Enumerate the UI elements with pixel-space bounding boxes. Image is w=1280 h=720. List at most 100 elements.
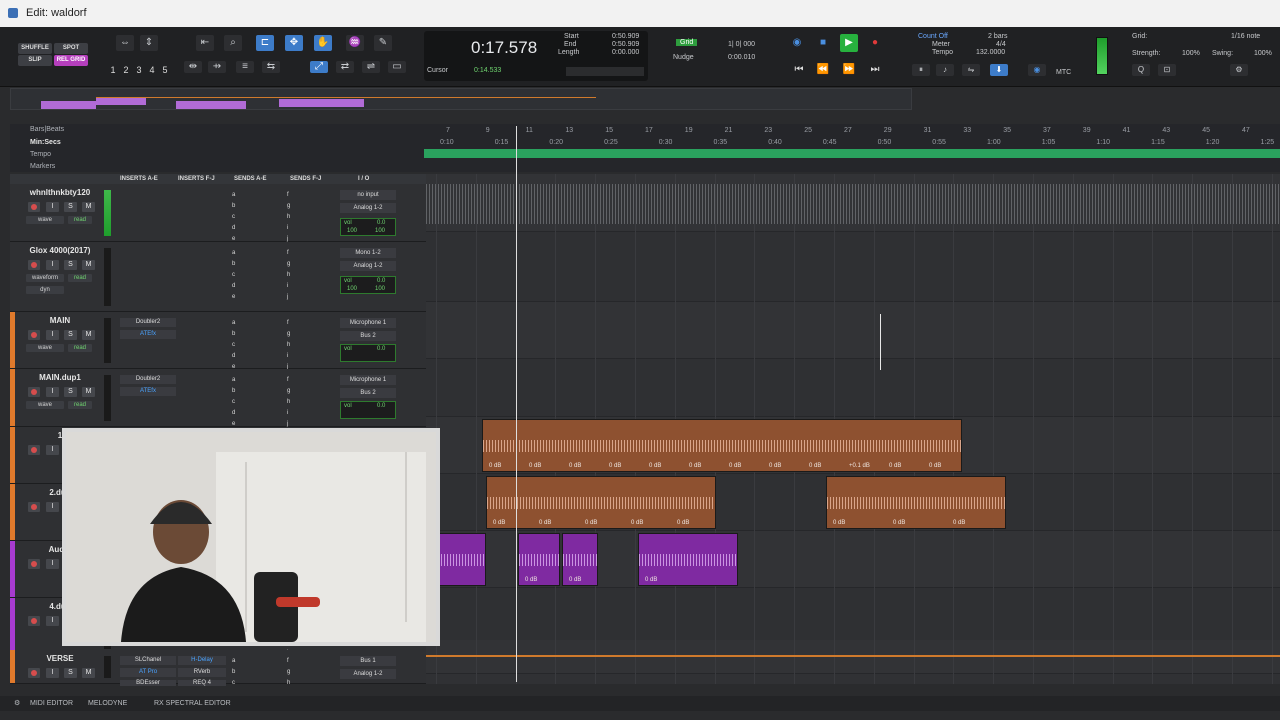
volume-display[interactable]: vol 0.0 <box>340 401 396 419</box>
wait-for-note-icon[interactable]: ⏸ <box>912 64 930 76</box>
input-selector[interactable]: Microphone 1 <box>340 375 396 385</box>
zoom-out-icon[interactable]: ⇔ <box>116 35 134 51</box>
go-to-end-icon[interactable]: ⏭ <box>866 61 884 79</box>
output-selector[interactable]: Bus 2 <box>340 388 396 398</box>
meter-value[interactable]: 4/4 <box>996 41 1006 48</box>
insertion-follows-icon[interactable]: ⤢ <box>310 61 328 73</box>
link-timeline-icon[interactable]: ≡ <box>236 61 254 73</box>
track-view-selector[interactable]: waveform <box>26 274 64 282</box>
send-slot-i[interactable]: i <box>287 225 288 231</box>
input-monitor-button[interactable]: I <box>46 502 59 512</box>
audio-clip[interactable]: 0 dB <box>518 533 560 586</box>
count-off-label[interactable]: Count Off <box>918 33 948 40</box>
insert-slot-3[interactable]: BDEsser <box>120 680 176 686</box>
send-slot-b[interactable]: b <box>232 203 235 209</box>
audio-clip[interactable]: 0 dB 0 dB 0 dB <box>826 476 1006 529</box>
input-monitor-button[interactable]: I <box>46 387 59 397</box>
tab-melodyne[interactable]: MELODYNE <box>88 700 127 707</box>
send-slot-h[interactable]: h <box>287 272 290 278</box>
send-slot-i[interactable]: i <box>287 410 288 416</box>
input-monitor-button[interactable]: I <box>46 330 59 340</box>
scrubber-tool-icon[interactable]: ♒ <box>346 35 364 51</box>
audio-clip[interactable]: 0 dB 0 dB 0 dB 0 dB 0 dB <box>486 476 716 529</box>
solo-mute-button[interactable]: S <box>64 387 77 397</box>
input-monitor-button[interactable]: I <box>46 668 59 678</box>
insert-slot-1[interactable]: SLChanel <box>120 656 176 665</box>
volume-value[interactable]: 0.0 <box>377 403 385 409</box>
rewind-icon[interactable]: ⏪ <box>814 61 832 79</box>
send-slot-h[interactable]: h <box>287 214 290 220</box>
nudge-label[interactable]: Nudge <box>673 54 694 61</box>
track-view-selector[interactable]: wave <box>26 344 64 352</box>
pan-left-value[interactable]: 100 <box>347 286 357 292</box>
record-arm-button[interactable] <box>28 202 40 212</box>
volume-value[interactable]: 0.0 <box>377 220 385 226</box>
track-header-9[interactable]: VERSE S M Ia b c f g h SLChanel AT Pro BDEsser H-Del… <box>10 650 426 686</box>
keyboard-focus-icon[interactable]: ⇌ <box>362 61 380 73</box>
send-slot-d[interactable]: d <box>232 410 235 416</box>
send-slot-a[interactable]: a <box>232 658 235 664</box>
record-arm-button[interactable] <box>28 330 40 340</box>
input-selector[interactable]: Microphone 1 <box>340 318 396 328</box>
solo-mute-button[interactable]: M <box>82 260 95 270</box>
grid-mode-button[interactable]: REL GRID <box>54 55 88 66</box>
midi-merge-icon[interactable]: ⇋ <box>962 64 980 76</box>
track-name[interactable]: VERSE <box>14 654 106 663</box>
elastic-mode-selector[interactable]: dyn <box>26 286 64 294</box>
send-slot-e[interactable]: e <box>232 294 235 300</box>
record-arm-button[interactable] <box>28 260 40 270</box>
send-slot-a[interactable]: a <box>232 250 235 256</box>
length-value[interactable]: 0:00.000 <box>612 49 639 56</box>
zoom-preset-4[interactable]: 4 <box>146 64 158 76</box>
audio-clip[interactable]: 0 dB 0 dB 0 dB 0 dB 0 dB 0 dB 0 dB 0 dB 0 dB +0.1… <box>482 419 962 472</box>
solo-mute-button[interactable]: S <box>64 260 77 270</box>
commands-focus-icon[interactable]: ▭ <box>388 61 406 73</box>
count-off-bars[interactable]: 2 bars <box>988 33 1007 40</box>
pan-right-value[interactable]: 100 <box>375 228 385 234</box>
send-slot-g[interactable]: g <box>287 388 290 394</box>
send-slot-b[interactable]: b <box>232 669 235 675</box>
track-name[interactable]: Glox 4000(2017) <box>14 246 106 255</box>
swing-value[interactable]: 100% <box>1254 50 1272 57</box>
send-slot-g[interactable]: g <box>287 669 290 675</box>
grid-value[interactable]: 1| 0| 000 <box>728 41 755 48</box>
link-track-icon[interactable]: ⇆ <box>262 61 280 73</box>
input-selector[interactable]: Mono 1-2 <box>340 248 396 258</box>
input-monitor-button[interactable]: I <box>46 260 59 270</box>
input-monitor-button[interactable]: I <box>46 559 59 569</box>
output-selector[interactable]: Analog 1-2 <box>340 261 396 271</box>
send-slot-c[interactable]: c <box>232 214 235 220</box>
insert-slot-4[interactable]: H-Delay <box>178 656 226 665</box>
record-arm-button[interactable] <box>28 559 40 569</box>
insert-slot-1[interactable]: Doubler2 <box>120 375 176 384</box>
send-slot-f[interactable]: f <box>287 192 289 198</box>
record-icon[interactable]: ● <box>866 34 884 52</box>
insert-slot-1[interactable]: Doubler2 <box>120 318 176 327</box>
zoomer-tool-icon[interactable]: ⌕ <box>224 35 242 51</box>
insert-slot-2[interactable]: ATEfx <box>120 387 176 396</box>
main-counter-value[interactable]: 0:17.578 <box>471 38 537 58</box>
solo-mute-button[interactable]: M <box>82 202 95 212</box>
send-slot-g[interactable]: g <box>287 261 290 267</box>
strength-value[interactable]: 100% <box>1182 50 1200 57</box>
grabber-tool-icon[interactable]: ✋ <box>314 35 332 51</box>
track-view-selector[interactable]: wave <box>26 216 64 224</box>
selector-tool-icon[interactable]: ✥ <box>285 35 303 51</box>
volume-display[interactable]: vol 0.0 100 100 <box>340 276 396 294</box>
send-slot-f[interactable]: f <box>287 658 289 664</box>
zoom-in-icon[interactable]: ⇕ <box>140 35 158 51</box>
track-header-1[interactable]: whnlthnkbty120 S M Iwave read a b c d e f g h i j no in… <box>10 184 426 242</box>
zoom-preset-2[interactable]: 2 <box>120 64 132 76</box>
playhead-cursor[interactable] <box>516 126 517 682</box>
online-icon[interactable]: ◉ <box>788 34 806 52</box>
send-slot-b[interactable]: b <box>232 388 235 394</box>
universe-overview[interactable] <box>10 88 912 110</box>
volume-display[interactable]: vol 0.0 <box>340 344 396 362</box>
midi-input-icon[interactable]: ⬇ <box>990 64 1008 76</box>
track-header-2[interactable]: Glox 4000(2017) S M Iwaveform read dyn a b c d e f g… <box>10 242 426 312</box>
zoom-preset-5[interactable]: 5 <box>159 64 171 76</box>
stop-icon[interactable]: ■ <box>814 34 832 52</box>
automation-mode-selector[interactable]: read <box>68 344 92 352</box>
edit-window-timeline[interactable]: 0 dB 0 dB 0 dB 0 dB 0 dB 0 dB 0 dB 0 dB 0 dB +0.1… <box>426 174 1280 684</box>
insert-slot-2[interactable]: ATEfx <box>120 330 176 339</box>
